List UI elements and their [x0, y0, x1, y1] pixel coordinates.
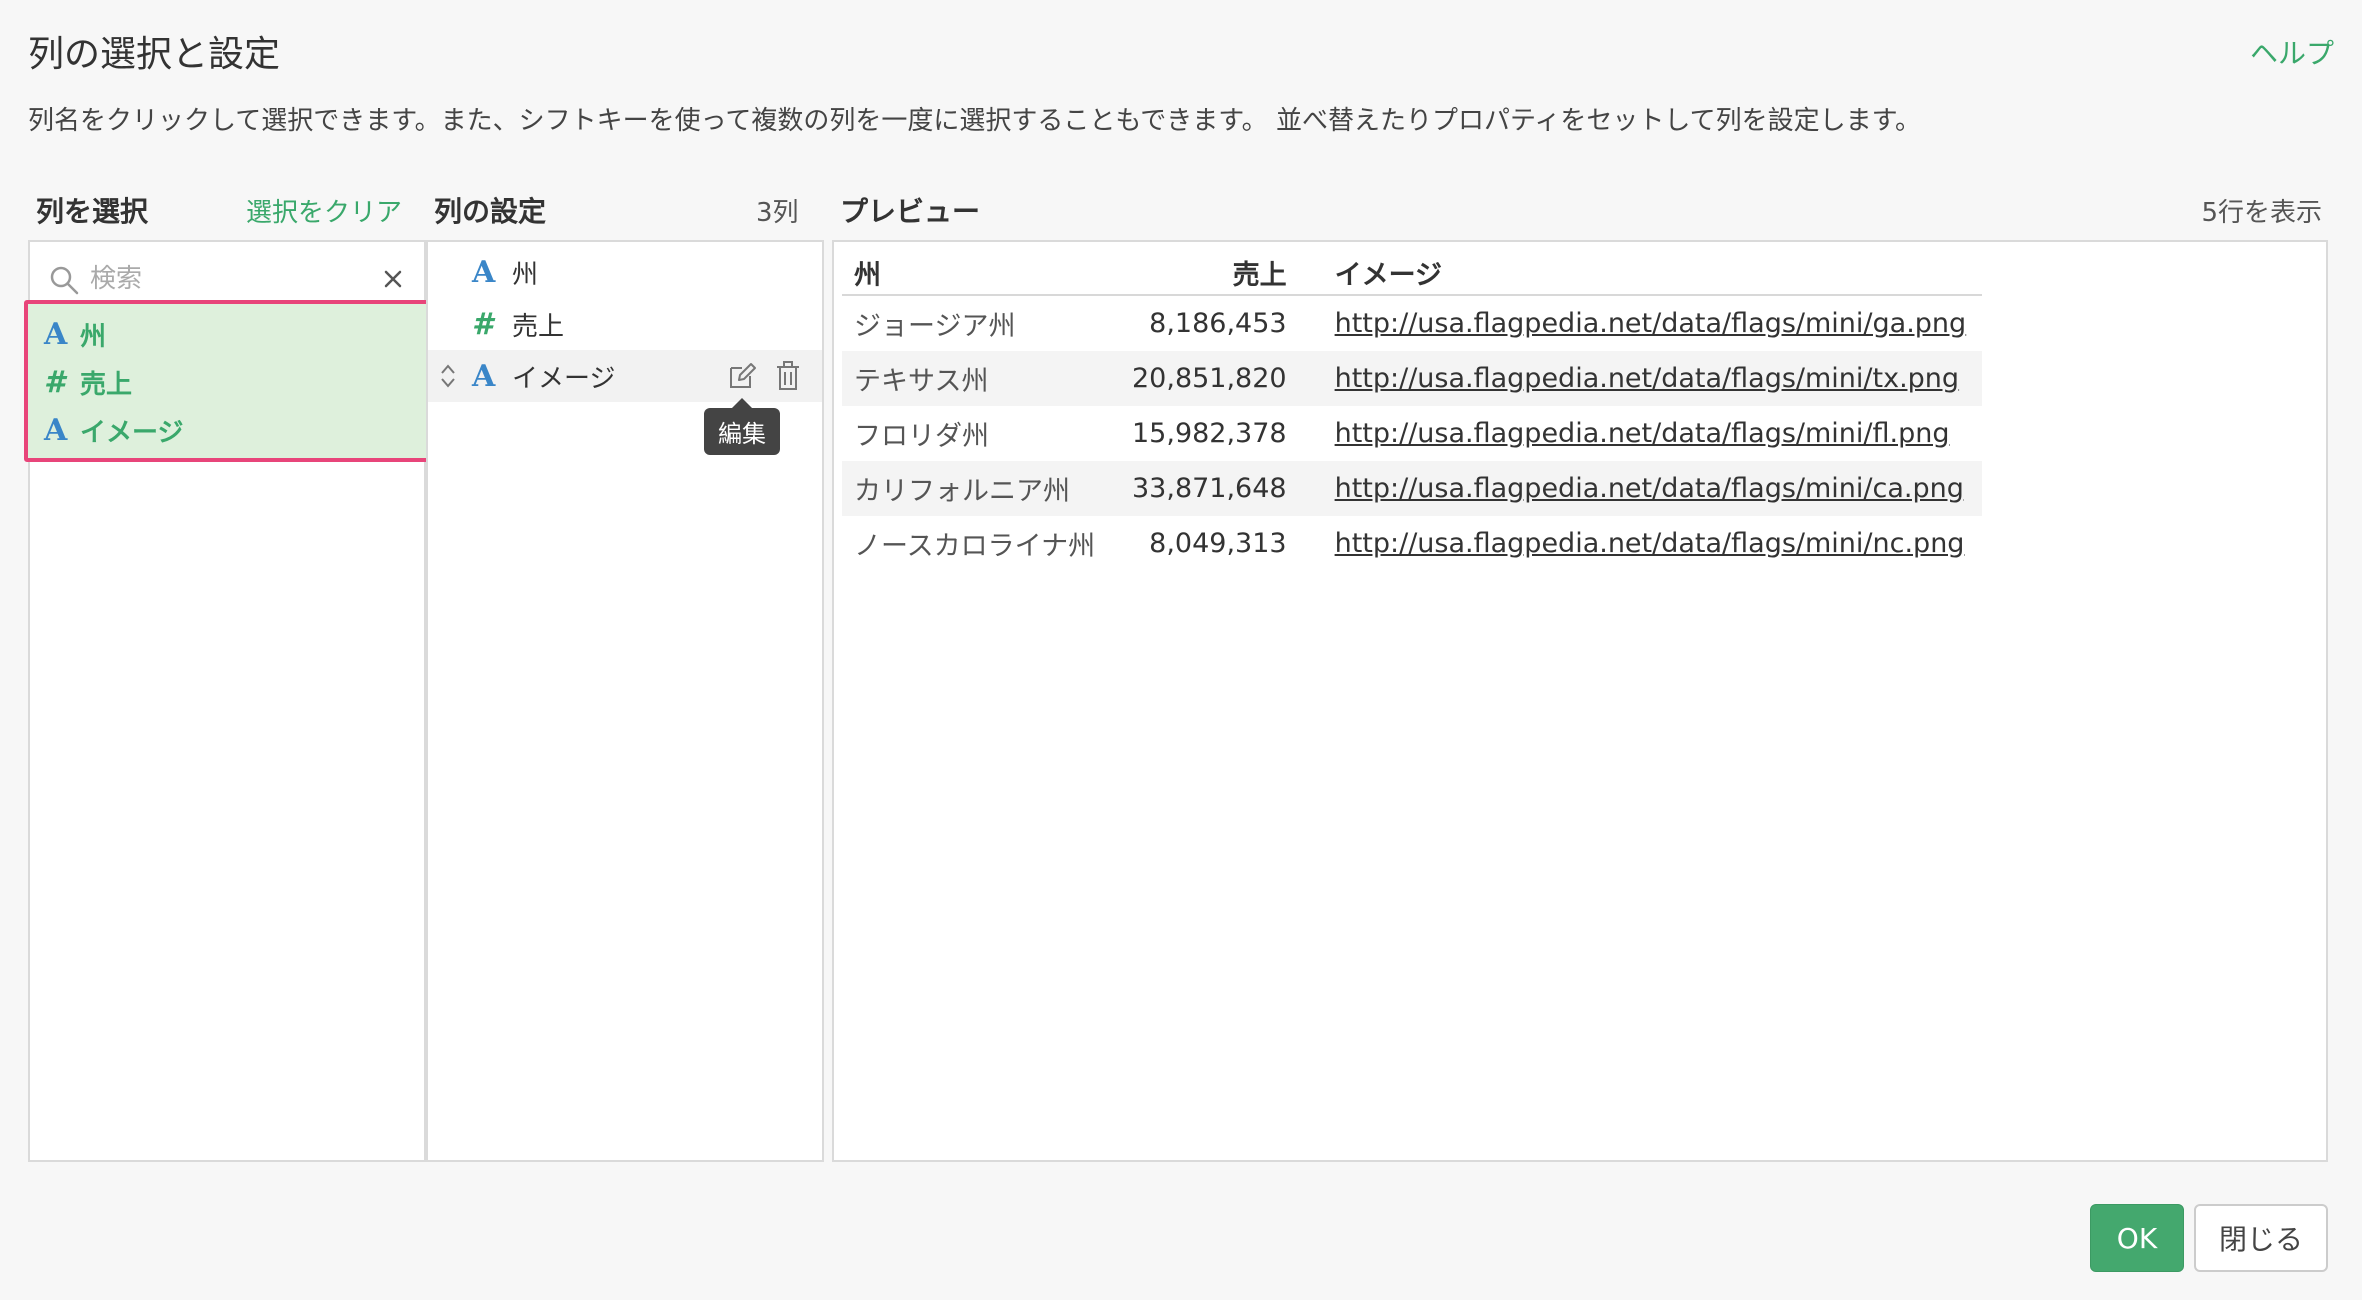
config-column-item[interactable]: # 売上: [428, 298, 822, 350]
table-cell: ノースカロライナ州: [854, 531, 1096, 562]
string-type-icon: A: [44, 316, 68, 352]
edit-icon[interactable]: [726, 360, 758, 392]
column-label: 州: [512, 259, 539, 290]
edit-tooltip: 編集: [704, 398, 780, 455]
string-type-icon: A: [472, 254, 496, 290]
clear-search-icon[interactable]: [378, 264, 408, 294]
column-header: 売上: [1120, 250, 1311, 296]
preview-panel-heading: プレビュー: [840, 195, 981, 228]
trash-icon[interactable]: [774, 360, 802, 392]
image-url-link[interactable]: http://usa.flagpedia.net/data/flags/mini…: [1311, 295, 1983, 351]
column-label: 売上: [512, 311, 565, 342]
number-type-icon: #: [472, 306, 493, 342]
image-url-link[interactable]: http://usa.flagpedia.net/data/flags/mini…: [1310, 351, 1983, 406]
search-input[interactable]: [90, 256, 390, 302]
select-panel-heading: 列を選択: [36, 195, 149, 228]
preview-table: 州 売上 イメージ ジョージア州 8,186,453 http://usa.fl…: [842, 250, 1983, 571]
column-label: 州: [80, 321, 107, 352]
dialog-title: 列の選択と設定: [28, 34, 281, 75]
config-column-item[interactable]: A 州: [428, 246, 822, 298]
column-select-panel: A 州 # 売上 A イメージ: [24, 240, 430, 1162]
table-cell: 15,982,378: [1132, 418, 1287, 449]
table-cell: フロリダ州: [854, 421, 989, 452]
column-config-panel: A 州 # 売上 A イメージ 編集: [426, 240, 824, 1162]
table-cell: 33,871,648: [1120, 461, 1311, 516]
table-cell: 20,851,820: [1120, 351, 1311, 406]
table-row: フロリダ州 15,982,378 http://usa.flagpedia.ne…: [842, 406, 1982, 461]
selected-column-item[interactable]: A イメージ: [44, 406, 404, 454]
table-row: カリフォルニア州 33,871,648 http://usa.flagpedia…: [842, 461, 1983, 516]
table-header-row: 州 売上 イメージ: [842, 250, 1983, 296]
column-header: イメージ: [1310, 250, 1983, 296]
preview-panel: 州 売上 イメージ ジョージア州 8,186,453 http://usa.fl…: [832, 240, 2328, 1162]
table-cell: カリフォルニア州: [842, 461, 1120, 516]
column-header: 州: [842, 250, 1120, 296]
table-cell: ジョージア州: [854, 311, 1016, 342]
number-type-icon: #: [44, 364, 65, 400]
column-label: イメージ: [512, 363, 616, 394]
table-row: ノースカロライナ州 8,049,313 http://usa.flagpedia…: [842, 516, 1982, 571]
rows-shown-label: 5行を表示: [2201, 198, 2322, 228]
image-url-link[interactable]: http://usa.flagpedia.net/data/flags/mini…: [1311, 516, 1983, 571]
ok-button[interactable]: OK: [2090, 1204, 2184, 1272]
config-column-item[interactable]: A イメージ: [428, 350, 822, 402]
help-link[interactable]: ヘルプ: [2250, 32, 2334, 72]
selected-column-item[interactable]: A 州: [44, 310, 404, 358]
dialog-description: 列名をクリックして選択できます。また、シフトキーを使って複数の列を一度に選択する…: [28, 106, 1922, 136]
clear-selection-link[interactable]: 選択をクリア: [246, 192, 402, 229]
column-label: 売上: [80, 369, 133, 400]
table-row: ジョージア州 8,186,453 http://usa.flagpedia.ne…: [842, 295, 1982, 351]
image-url-link[interactable]: http://usa.flagpedia.net/data/flags/mini…: [1311, 406, 1983, 461]
string-type-icon: A: [44, 412, 68, 448]
selected-column-item[interactable]: # 売上: [44, 358, 404, 406]
search-icon: [50, 266, 79, 295]
table-cell: 8,186,453: [1149, 308, 1287, 339]
close-button[interactable]: 閉じる: [2194, 1204, 2328, 1272]
column-count: 3列: [756, 198, 799, 228]
table-cell: テキサス州: [842, 351, 1120, 406]
selected-columns-list: A 州 # 売上 A イメージ: [24, 300, 430, 462]
table-cell: 8,049,313: [1149, 528, 1287, 559]
image-url-link[interactable]: http://usa.flagpedia.net/data/flags/mini…: [1310, 461, 1983, 516]
table-row: テキサス州 20,851,820 http://usa.flagpedia.ne…: [842, 351, 1983, 406]
sort-handle-icon[interactable]: [438, 362, 458, 390]
column-label: イメージ: [80, 417, 184, 448]
config-panel-heading: 列の設定: [434, 195, 547, 228]
string-type-icon: A: [472, 358, 496, 394]
